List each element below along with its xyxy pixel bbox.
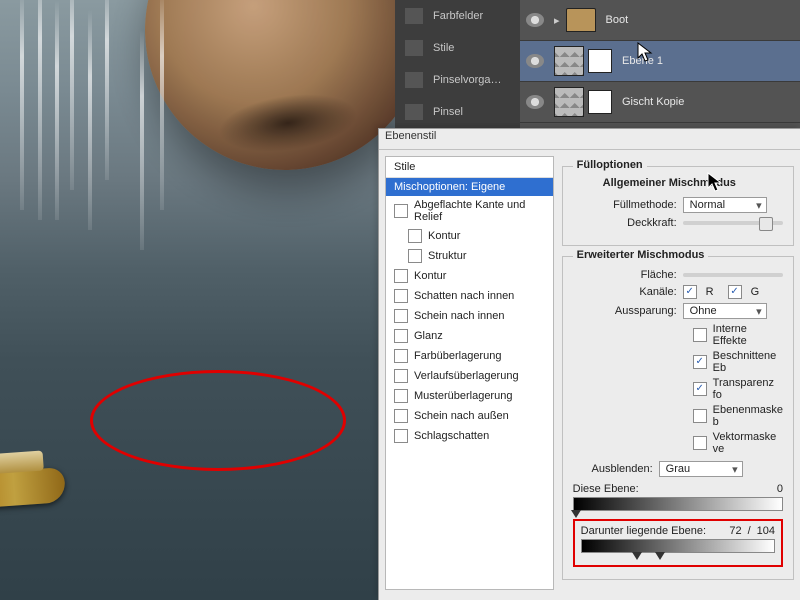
visibility-icon[interactable] xyxy=(526,54,544,68)
document-canvas[interactable] xyxy=(0,0,395,600)
cb-transparency[interactable] xyxy=(693,382,707,396)
underlying-layer-label: Darunter liegende Ebene: xyxy=(581,525,724,537)
water-spray xyxy=(38,0,42,220)
layer-row-ebene1[interactable]: Ebene 1 xyxy=(520,41,800,82)
cursor-icon xyxy=(707,172,723,194)
cb-layer-mask[interactable] xyxy=(693,409,707,423)
fill-opacity-label: Fläche: xyxy=(573,269,677,281)
cb-vector-mask[interactable] xyxy=(693,436,707,450)
water-spray xyxy=(160,0,164,210)
styles-item-satin[interactable]: Glanz xyxy=(386,326,553,346)
styles-item-color-overlay[interactable]: Farbüberlagerung xyxy=(386,346,553,366)
channel-r-checkbox[interactable] xyxy=(683,285,697,299)
underlying-layer-gradient[interactable] xyxy=(581,539,775,553)
cb-clipped-layers[interactable] xyxy=(693,355,707,369)
blending-options-pane: Fülloptionen Allgemeiner Mischmodus Füll… xyxy=(562,156,794,590)
knockout-select[interactable]: Ohne xyxy=(683,303,767,319)
layer-name: Ebene 1 xyxy=(622,55,663,67)
panel-farbfelder[interactable]: Farbfelder xyxy=(395,0,525,32)
styles-list: Stile Mischoptionen: Eigene Abgeflachte … xyxy=(385,156,554,590)
water-spray xyxy=(105,0,109,180)
layer-style-dialog: Ebenenstil Stile Mischoptionen: Eigene A… xyxy=(378,128,800,600)
underlying-value-1: 72 xyxy=(729,525,741,537)
layer-mask-thumbnail xyxy=(588,49,612,73)
slider-split-pointer-b[interactable] xyxy=(655,552,665,560)
water-spray xyxy=(70,0,74,190)
boat-image xyxy=(0,467,66,508)
fill-opacity-slider[interactable] xyxy=(683,273,783,277)
this-layer-label: Diese Ebene: xyxy=(573,483,771,495)
styles-item-struktur[interactable]: Struktur xyxy=(386,246,553,266)
layer-thumbnail xyxy=(554,46,584,76)
face-image xyxy=(127,0,395,188)
expand-icon[interactable]: ▸ xyxy=(554,14,560,27)
layer-name: Gischt Kopie xyxy=(622,96,684,108)
styles-item-outer-glow[interactable]: Schein nach außen xyxy=(386,406,553,426)
cb-internal-effects[interactable] xyxy=(693,328,707,342)
brush-icon xyxy=(405,104,423,120)
styles-item-pattern-overlay[interactable]: Musterüberlagerung xyxy=(386,386,553,406)
layer-thumbnail xyxy=(554,87,584,117)
visibility-icon[interactable] xyxy=(526,95,544,109)
this-layer-gradient[interactable] xyxy=(573,497,783,511)
panel-pinsel[interactable]: Pinsel xyxy=(395,96,525,128)
water-spray xyxy=(140,30,144,250)
water-spray xyxy=(55,0,59,220)
layer-name: Boot xyxy=(606,14,629,26)
dialog-title: Ebenenstil xyxy=(379,129,800,150)
annotation-ellipse xyxy=(90,370,346,471)
advanced-blending-group: Erweiterter Mischmodus Fläche: Kanäle: R… xyxy=(562,256,794,580)
channel-g-checkbox[interactable] xyxy=(728,285,742,299)
water-spray xyxy=(88,10,92,230)
styles-item-inner-shadow[interactable]: Schatten nach innen xyxy=(386,286,553,306)
subtitle-general-blending: Allgemeiner Mischmodus xyxy=(603,177,783,189)
layer-row-boot[interactable]: ▸ Boot xyxy=(520,0,800,41)
panel-stile[interactable]: Stile xyxy=(395,32,525,64)
styles-item-blending-options[interactable]: Mischoptionen: Eigene xyxy=(386,178,553,196)
swatches-icon xyxy=(405,8,423,24)
panel-pinselvorgaben[interactable]: Pinselvorga… xyxy=(395,64,525,96)
visibility-icon[interactable] xyxy=(526,13,544,27)
blendif-label: Ausblenden: xyxy=(573,463,653,475)
fill-options-group: Fülloptionen Allgemeiner Mischmodus Füll… xyxy=(562,166,794,246)
water-spray xyxy=(20,0,24,210)
folder-icon xyxy=(566,8,596,32)
styles-item-bevel[interactable]: Abgeflachte Kante und Relief xyxy=(386,196,553,226)
layer-row-gischt-kopie[interactable]: Gischt Kopie xyxy=(520,82,800,123)
group-title: Fülloptionen xyxy=(573,159,647,171)
styles-item-kontur[interactable]: Kontur xyxy=(386,266,553,286)
styles-item-drop-shadow[interactable]: Schlagschatten xyxy=(386,426,553,446)
group-title: Erweiterter Mischmodus xyxy=(573,249,709,261)
collapsed-panel-dock: Farbfelder Stile Pinselvorga… Pinsel xyxy=(395,0,525,130)
slider-split-pointer-a[interactable] xyxy=(632,552,642,560)
blendif-select[interactable]: Grau xyxy=(659,461,743,477)
blend-mode-select[interactable]: Normal xyxy=(683,197,767,213)
annotation-highlight-box: Darunter liegende Ebene: 72 / 104 xyxy=(573,519,783,567)
opacity-slider[interactable] xyxy=(683,221,783,225)
blend-mode-label: Füllmethode: xyxy=(573,199,677,211)
styles-item-kontur-sub[interactable]: Kontur xyxy=(386,226,553,246)
styles-item-gradient-overlay[interactable]: Verlaufsüberlagerung xyxy=(386,366,553,386)
layer-mask-thumbnail xyxy=(588,90,612,114)
slider-black-pointer[interactable] xyxy=(571,510,581,518)
this-layer-value: 0 xyxy=(777,483,783,495)
knockout-label: Aussparung: xyxy=(573,305,677,317)
styles-icon xyxy=(405,40,423,56)
styles-list-header[interactable]: Stile xyxy=(386,157,553,178)
underlying-value-2: 104 xyxy=(757,525,775,537)
opacity-label: Deckkraft: xyxy=(573,217,677,229)
channels-label: Kanäle: xyxy=(573,286,677,298)
brush-presets-icon xyxy=(405,72,423,88)
styles-item-inner-glow[interactable]: Schein nach innen xyxy=(386,306,553,326)
